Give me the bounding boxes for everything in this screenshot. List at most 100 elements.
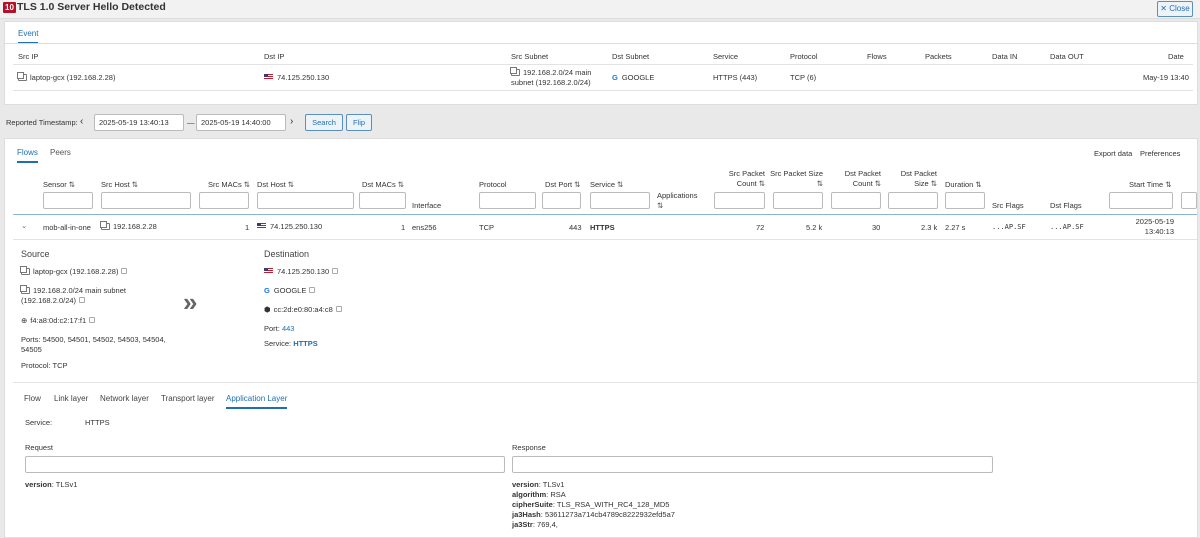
col-dst-macs[interactable]: Dst MACs ⇅	[362, 180, 404, 189]
event-dst-subnet-link[interactable]: G GOOGLE	[612, 73, 654, 82]
event-src-subnet-link[interactable]: 192.168.2.0/24 main subnet (192.168.2.0/2…	[510, 67, 591, 88]
col-src-pkt-count[interactable]: Src Packet Count ⇅	[727, 169, 765, 189]
col-dst-host[interactable]: Dst Host ⇅	[257, 180, 294, 189]
filter-src-macs[interactable]	[199, 192, 249, 209]
col-sensor[interactable]: Sensor ⇅	[43, 180, 75, 189]
tab-event[interactable]: Event	[18, 29, 39, 44]
event-service: HTTPS (443)	[713, 73, 758, 82]
flip-button[interactable]: Flip	[346, 114, 372, 131]
source-mac[interactable]: ⊕ f4:a8:0d:c2:17:f1	[21, 316, 96, 326]
filter-dst-pkt-count[interactable]	[831, 192, 881, 209]
to-timestamp-input[interactable]: 2025-05-19 14:40:00	[196, 114, 286, 131]
dest-subnet-link[interactable]: G GOOGLE	[264, 286, 316, 296]
destination-title: Destination	[264, 249, 310, 259]
copy-icon[interactable]	[121, 268, 128, 274]
response-filter-input[interactable]	[512, 456, 993, 473]
tab-application-layer[interactable]: Application Layer	[226, 394, 288, 409]
field-value: TLSv1	[55, 480, 78, 489]
filter-protocol[interactable]	[479, 192, 536, 209]
expand-row-chevron-icon[interactable]: ⌄	[21, 221, 27, 230]
col-service-label: Service	[590, 180, 616, 189]
field-value: TLSv1	[542, 480, 565, 489]
field-value: RSA	[550, 490, 566, 499]
prev-range-button[interactable]: ‹	[80, 116, 83, 127]
col-src-macs[interactable]: Src MACs ⇅	[208, 180, 250, 189]
preferences-link[interactable]: Preferences	[1140, 149, 1180, 158]
col-dst-port[interactable]: Dst Port ⇅	[545, 180, 580, 189]
col-label-2: Count	[852, 179, 873, 188]
filter-dst-host[interactable]	[257, 192, 354, 209]
filter-duration[interactable]	[945, 192, 985, 209]
sort-icon: ⇅	[1165, 180, 1172, 189]
tab-network-layer[interactable]: Network layer	[100, 394, 149, 403]
service-value[interactable]: HTTPS	[293, 339, 318, 348]
col-start-time[interactable]: Start Time ⇅	[1129, 180, 1171, 189]
row-dst-flags: ...AP.SF	[1050, 223, 1084, 231]
copy-icon[interactable]	[335, 306, 342, 312]
col-label-1: Dst Packet	[900, 169, 937, 178]
network-icon	[510, 67, 520, 76]
filter-dst-port[interactable]	[542, 192, 581, 209]
field-value: 53611273a714cb4789c8222932efd5a7	[544, 510, 675, 519]
severity-badge: 10	[3, 2, 16, 13]
filter-sensor[interactable]	[43, 192, 93, 209]
filter-dst-macs[interactable]	[359, 192, 406, 209]
col-src-host[interactable]: Src Host ⇅	[101, 180, 138, 189]
col-duration-label: Duration	[945, 180, 974, 189]
row-src-host-link[interactable]: 192.168.2.28	[100, 221, 157, 231]
next-range-button[interactable]: ›	[290, 116, 293, 127]
source-host-link[interactable]: laptop-gcx (192.168.2.28)	[20, 266, 128, 277]
tab-flows[interactable]: Flows	[17, 148, 38, 163]
col-label-1: Src Packet Size	[770, 169, 823, 178]
copy-icon[interactable]	[79, 297, 86, 303]
col-dst-pkt-count[interactable]: Dst Packet Count ⇅	[841, 169, 881, 189]
request-filter-input[interactable]	[25, 456, 505, 473]
event-src-ip-link[interactable]: laptop-gcx (192.168.2.28)	[17, 72, 116, 82]
timestamp-label: Reported Timestamp:	[6, 118, 78, 127]
response-field-row: ja3Str: 769,4,	[512, 520, 558, 529]
sort-icon: ⇅	[874, 179, 881, 188]
col-applications[interactable]: Applications ⇅	[657, 191, 697, 211]
filter-extra[interactable]	[1181, 192, 1197, 209]
event-panel: Event Src IP Dst IP Src Subnet Dst Subne…	[4, 21, 1198, 105]
copy-icon[interactable]	[332, 268, 339, 274]
close-button[interactable]: ✕ Close	[1157, 1, 1193, 17]
tab-peers[interactable]: Peers	[50, 148, 71, 157]
col-protocol: Protocol	[790, 52, 818, 61]
col-dst-ip: Dst IP	[264, 52, 285, 61]
filter-src-host[interactable]	[101, 192, 191, 209]
us-flag-icon	[257, 223, 266, 229]
from-timestamp-input[interactable]: 2025-05-19 13:40:13	[94, 114, 184, 131]
filter-src-pkt-count[interactable]	[714, 192, 765, 209]
row-protocol: TCP	[479, 223, 494, 232]
row-dst-host-link[interactable]: 74.125.250.130	[257, 222, 322, 231]
col-src-pkt-size[interactable]: Src Packet Size ⇅	[769, 169, 823, 189]
col-start-time-label: Start Time	[1129, 180, 1164, 189]
search-button[interactable]: Search	[305, 114, 343, 131]
event-dst-ip-link[interactable]: 74.125.250.130	[264, 73, 329, 82]
export-data-link[interactable]: Export data	[1094, 149, 1132, 158]
filter-start-time[interactable]	[1109, 192, 1173, 209]
col-dst-flags: Dst Flags	[1050, 201, 1082, 210]
col-src-flags: Src Flags	[992, 201, 1024, 210]
col-service[interactable]: Service ⇅	[590, 180, 623, 189]
dest-ip-link[interactable]: 74.125.250.130	[264, 267, 339, 277]
src-ip-text: laptop-gcx (192.168.2.28)	[30, 73, 116, 82]
tab-link-layer[interactable]: Link layer	[54, 394, 88, 403]
tab-flow[interactable]: Flow	[24, 394, 41, 403]
col-dst-pkt-size[interactable]: Dst Packet Size ⇅	[897, 169, 937, 189]
source-subnet-link[interactable]: 192.168.2.0/24 main subnet (192.168.2.0/2…	[20, 285, 126, 306]
col-interface: Interface	[412, 201, 442, 210]
port-value[interactable]: 443	[282, 324, 295, 333]
flows-panel: Flows Peers Export data Preferences Sens…	[4, 138, 1198, 538]
copy-icon[interactable]	[309, 287, 316, 293]
filter-src-pkt-size[interactable]	[773, 192, 823, 209]
dest-mac[interactable]: ⬢ cc:2d:e0:80:a4:c8	[264, 305, 342, 315]
chip-icon: ⬢	[264, 305, 271, 314]
divider	[13, 382, 1197, 383]
col-duration[interactable]: Duration ⇅	[945, 180, 982, 189]
tab-transport-layer[interactable]: Transport layer	[161, 394, 215, 403]
filter-service[interactable]	[590, 192, 650, 209]
copy-icon[interactable]	[89, 317, 96, 323]
filter-dst-pkt-size[interactable]	[888, 192, 938, 209]
